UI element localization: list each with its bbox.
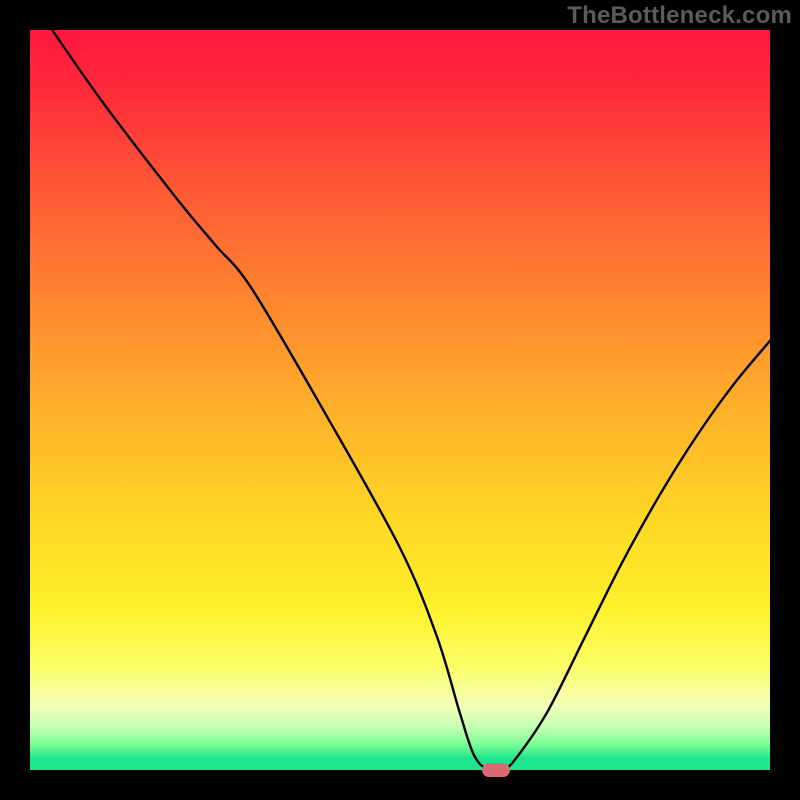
chart-frame: TheBottleneck.com: [0, 0, 800, 800]
curve-svg: [30, 30, 770, 770]
plot-area: [30, 30, 770, 770]
minimum-marker: [482, 763, 510, 777]
bottleneck-curve-path: [52, 30, 770, 770]
watermark-label: TheBottleneck.com: [567, 2, 792, 30]
